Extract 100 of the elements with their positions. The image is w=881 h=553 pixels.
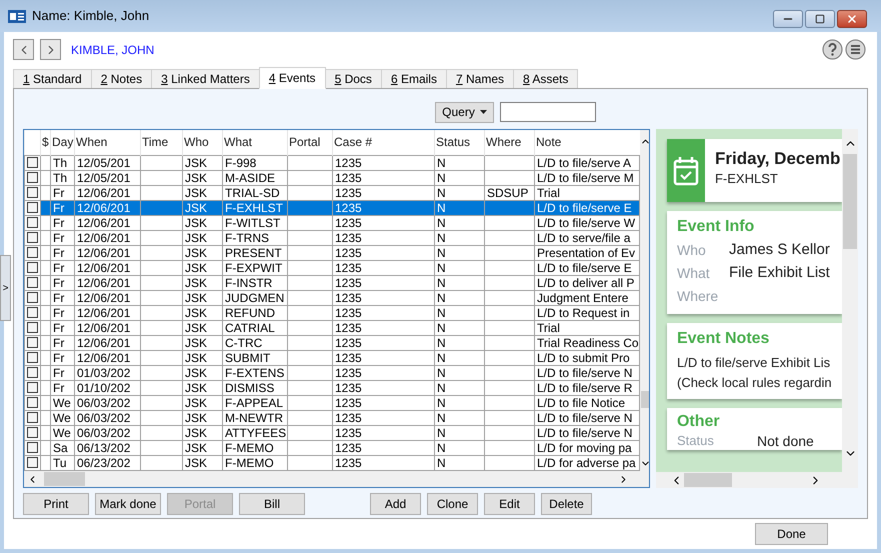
table-cell: 1235 [335,231,362,244]
tab[interactable]: 6 Emails [380,69,447,89]
action-button[interactable]: Clone [427,493,478,515]
table-cell: 06/03/202 [77,411,130,424]
table-row[interactable]: Tu 06/23/202 JSK F-MEMO 1235 N L/D for adverse pa [24,455,640,470]
table-row[interactable]: Fr 12/06/201 JSK SUBMIT 1235 N L/D to submit Pro [24,350,640,365]
row-checkbox[interactable] [27,352,38,363]
tab[interactable]: 4 Events [258,67,326,89]
table-row[interactable]: Fr 12/06/201 JSK PRESENT 1235 N Presentation of Ev [24,245,640,260]
menu-icon[interactable] [845,39,866,60]
column-header[interactable]: Case # [332,130,434,155]
tab[interactable]: 2 Notes [90,69,152,89]
help-icon[interactable] [822,39,843,60]
table-row[interactable]: Fr 12/06/201 JSK TRIAL-SD 1235 N SDSUP Trial [24,185,640,200]
row-checkbox[interactable] [27,202,38,213]
table-row[interactable]: Fr 12/06/201 JSK F-EXHLST 1235 N L/D to file/serve E [24,200,640,215]
action-button[interactable]: Delete [541,493,592,515]
table-row[interactable]: We 06/03/202 JSK M-NEWTR 1235 N L/D to file/serve N [24,410,640,425]
table-row[interactable]: Fr 12/06/201 JSK F-TRNS 1235 N L/D to serve/file a [24,230,640,245]
action-button[interactable]: Add [370,493,421,515]
close-button[interactable] [837,10,867,28]
row-checkbox[interactable] [27,262,38,273]
maximize-button[interactable] [805,10,835,28]
row-checkbox[interactable] [27,187,38,198]
row-checkbox[interactable] [27,247,38,258]
table-row[interactable]: Th 12/05/201 JSK M-ASIDE 1235 N L/D to file/serve M [24,170,640,185]
action-button[interactable]: Edit [484,493,535,515]
action-button[interactable]: Mark done [95,493,161,515]
row-checkbox[interactable] [27,337,38,348]
table-cell: 1235 [335,276,362,289]
tab[interactable]: 8 Assets [513,69,578,89]
scroll-thumb[interactable] [843,154,858,249]
tab[interactable]: 5 Docs [324,69,382,89]
table-row[interactable]: Fr 01/10/202 JSK DISMISS 1235 N L/D to file/serve R [24,380,640,395]
column-header[interactable]: What [222,130,288,155]
table-row[interactable]: We 06/03/202 JSK F-APPEAL 1235 N L/D to file Notice [24,395,640,410]
column-header[interactable]: Where [484,130,534,155]
row-checkbox[interactable] [27,232,38,243]
table-cell: Fr [53,201,64,214]
row-checkbox[interactable] [27,442,38,453]
table-row[interactable]: Fr 12/06/201 JSK CATRIAL 1235 N Trial [24,320,640,335]
table-cell: 1235 [335,351,362,364]
table-cell: 1235 [335,396,362,409]
row-checkbox[interactable] [27,457,38,468]
contact-card-icon [8,10,26,22]
done-button[interactable]: Done [755,523,828,545]
row-checkbox[interactable] [27,427,38,438]
table-cell: N [437,216,446,229]
table-cell: JSK [185,246,208,259]
action-button[interactable]: Bill [239,493,305,515]
row-checkbox[interactable] [27,307,38,318]
row-checkbox[interactable] [27,367,38,378]
scroll-thumb[interactable] [44,472,85,486]
table-cell: Fr [53,321,64,334]
table-row[interactable]: Fr 12/06/201 JSK F-EXPWIT 1235 N L/D to file/serve E [24,260,640,275]
row-checkbox[interactable] [27,322,38,333]
table-row[interactable]: We 06/03/202 JSK ATTYFEES 1235 N L/D to file/serve N [24,425,640,440]
table-cell: F-TRNS [225,231,269,244]
forward-button[interactable] [40,39,61,60]
panel-expander[interactable]: > [0,255,11,321]
table-cell: 12/06/201 [77,276,130,289]
action-button[interactable]: Print [23,493,89,515]
table-row[interactable]: Fr 12/06/201 JSK REFUND 1235 N L/D to Request in [24,305,640,320]
column-header[interactable]: $ [40,130,50,155]
table-row[interactable]: Fr 12/06/201 JSK F-WITLST 1235 N L/D to file/serve W [24,215,640,230]
table-row[interactable]: Fr 01/03/202 JSK F-EXTENS 1235 N L/D to file/serve N [24,365,640,380]
column-header[interactable]: When [74,130,140,155]
back-button[interactable] [13,39,34,60]
table-cell: SUBMIT [225,351,270,364]
table-row[interactable]: Sa 06/13/202 JSK F-MEMO 1235 N L/D for moving pa [24,440,640,455]
tab[interactable]: 3 Linked Matters [151,69,260,89]
tab[interactable]: 1 Standard [13,69,92,89]
table-cell: L/D for moving pa [537,441,632,454]
row-checkbox[interactable] [27,412,38,423]
table-cell: SDSUP [487,186,528,199]
table-cell: Trial [537,186,560,199]
table-row[interactable]: Th 12/05/201 JSK F-998 1235 N L/D to file/serve A [24,155,640,170]
table-row[interactable]: Fr 12/06/201 JSK C-TRC 1235 N Trial Readiness Co [24,335,640,350]
row-checkbox[interactable] [27,277,38,288]
scroll-thumb[interactable] [684,473,732,487]
tab[interactable]: 7 Names [446,69,514,89]
query-field[interactable] [500,102,596,122]
row-checkbox[interactable] [27,292,38,303]
row-checkbox[interactable] [27,397,38,408]
row-checkbox[interactable] [27,157,38,168]
table-cell: Judgment Entere [537,291,628,304]
row-checkbox[interactable] [27,382,38,393]
column-header[interactable]: Day [50,130,74,155]
row-checkbox[interactable] [27,217,38,228]
table-row[interactable]: Fr 12/06/201 JSK JUDGMEN 1235 N Judgment Entere [24,290,640,305]
table-cell: JSK [185,366,208,379]
query-dropdown[interactable]: Query [435,102,494,122]
record-name-link[interactable]: KIMBLE, JOHN [71,40,154,58]
table-cell: 12/06/201 [77,246,130,259]
column-header[interactable]: Who [182,130,222,155]
table-row[interactable]: Fr 12/06/201 JSK F-INSTR 1235 N L/D to deliver all P [24,275,640,290]
row-checkbox[interactable] [27,172,38,183]
column-header[interactable]: Portal [288,130,332,155]
column-header[interactable]: Time [140,130,182,155]
column-header[interactable]: Status [434,130,484,155]
